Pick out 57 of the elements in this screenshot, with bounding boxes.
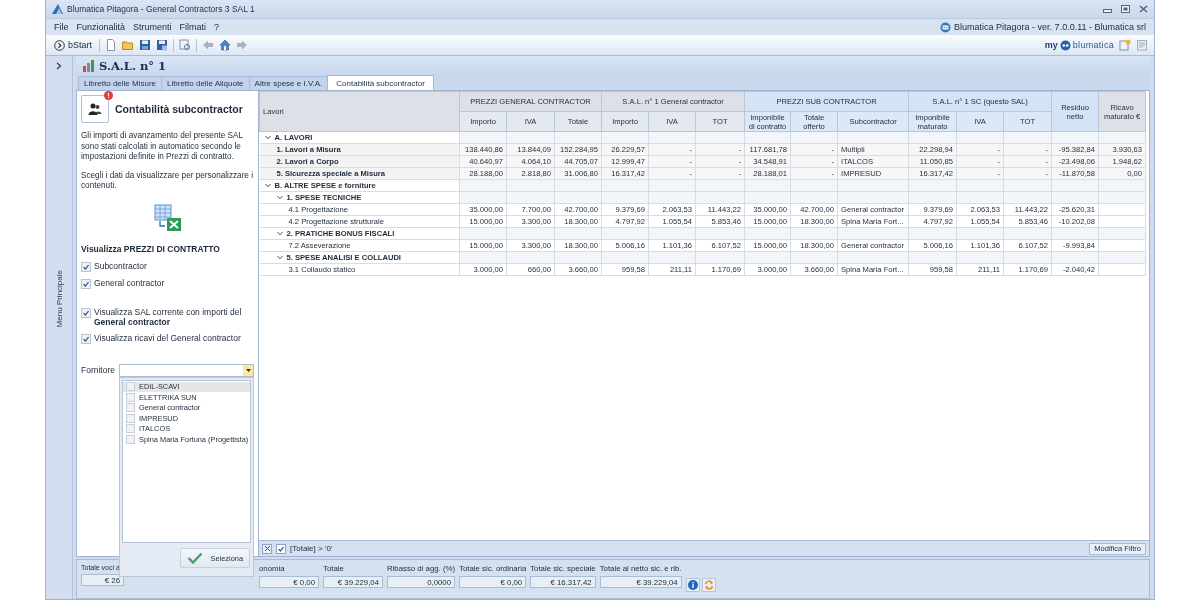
filter-checkbox[interactable] — [276, 543, 286, 554]
collapse-icon[interactable] — [262, 183, 273, 188]
save-as-icon[interactable] — [156, 39, 168, 51]
collapse-icon[interactable] — [262, 135, 273, 140]
clear-filter-icon[interactable] — [262, 543, 272, 554]
start-icon — [54, 39, 65, 51]
brand-name: blumatica — [1072, 40, 1114, 50]
save-icon[interactable] — [139, 39, 151, 51]
window-title: Blumatica Pitagora - General Contractors 3 SAL 1 — [67, 4, 256, 14]
folder-icon[interactable] — [122, 39, 134, 51]
checkmark-icon — [277, 544, 285, 553]
section-title: Visualizza PREZZI DI CONTRATTO — [81, 243, 221, 254]
side-menu-label[interactable]: Menu Principale — [54, 270, 64, 328]
tab[interactable]: Altre spese e I.V.A. — [248, 76, 329, 90]
collapse-icon[interactable] — [274, 231, 285, 236]
menu-item[interactable]: ? — [214, 22, 220, 32]
checkmark-icon — [82, 334, 90, 343]
forward-arrow-icon[interactable] — [236, 39, 248, 51]
chart-icon — [82, 59, 95, 72]
robot-icon — [940, 21, 952, 33]
tab[interactable]: Libretto delle Misure — [78, 76, 163, 90]
menu-item[interactable]: Filmati — [179, 22, 207, 32]
notes-icon[interactable] — [1136, 39, 1148, 51]
checkbox-option[interactable]: General contractor — [81, 277, 254, 289]
home-icon[interactable] — [219, 39, 231, 51]
checkbox-option[interactable]: Visualizza ricavi del General contractor — [81, 332, 254, 344]
app-version: Blumatica Pitagora - ver. 7.0.0.11 - Blumatica srl — [954, 22, 1146, 32]
collapse-icon[interactable] — [274, 195, 285, 200]
refresh-icon[interactable] — [701, 578, 716, 592]
menu-item[interactable]: File — [54, 22, 69, 32]
preview-icon[interactable] — [179, 39, 191, 51]
checkbox-option[interactable]: Visualizza SAL corrente con importi del General contractor — [81, 306, 254, 327]
checkmark-icon — [82, 308, 90, 317]
start-button[interactable]: bStart — [52, 39, 94, 51]
close-icon[interactable] — [1139, 5, 1148, 13]
brand-prefix: my — [1044, 40, 1058, 50]
description-text: Gli importi di avanzamento del presente SAL sono stati calcolati in automatico secondo le impostazioni definite in Prezzi di contratto. — [81, 131, 244, 163]
excel-export-icon[interactable] — [153, 203, 182, 232]
document-title: S.A.L. n° 1 — [99, 58, 167, 73]
app-logo-icon — [52, 4, 63, 14]
restore-icon[interactable] — [1121, 5, 1130, 13]
back-arrow-icon[interactable] — [202, 39, 214, 51]
menu-item[interactable]: Strumenti — [133, 22, 172, 32]
info-icon[interactable] — [685, 578, 700, 592]
tab[interactable]: Libretto delle Aliquote — [161, 76, 250, 90]
tab[interactable]: Contabilità subcontractor — [327, 75, 434, 90]
menu-item[interactable]: Funzionalità — [76, 22, 126, 32]
field-label: Fornitore — [81, 365, 115, 375]
collapse-icon[interactable] — [274, 255, 285, 260]
robot-icon — [1059, 39, 1071, 51]
filter-expression: [Totale] > '0' — [290, 544, 333, 553]
new-document-icon[interactable] — [105, 39, 117, 51]
dropdown-caret-icon[interactable] — [243, 364, 253, 376]
checkbox-option[interactable]: Subcontractor — [81, 260, 254, 272]
description-text: Scegli i dati da visualizzare per personalizzare i contenuti. — [81, 170, 254, 192]
checkmark-icon — [186, 552, 203, 564]
panel-title: Contabilità subcontractor — [115, 103, 243, 115]
